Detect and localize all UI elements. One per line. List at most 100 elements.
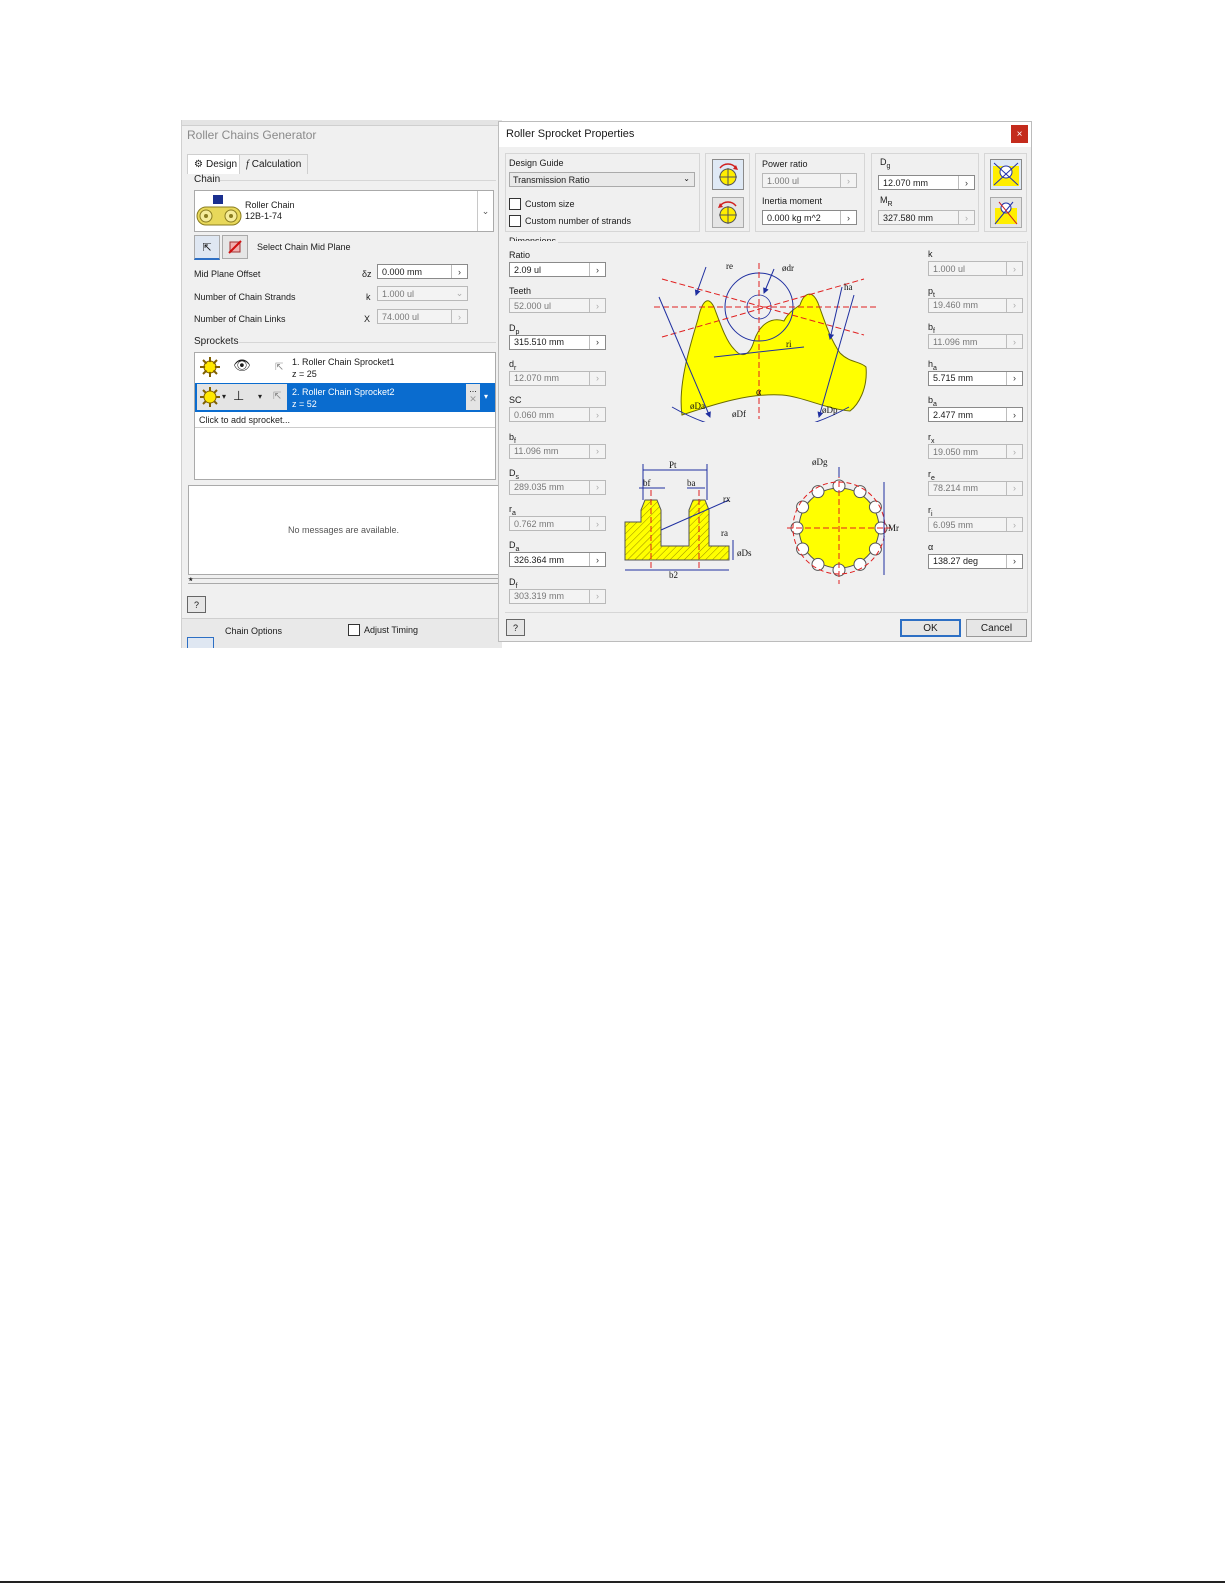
dimension-value: 303.319 mm <box>514 591 565 602</box>
tab-design[interactable]: ⚙ Design <box>187 154 245 174</box>
dimension-field[interactable]: 5.715 mm › <box>928 370 1023 386</box>
panel-splitter[interactable] <box>188 578 500 584</box>
chevron-right-icon[interactable]: › <box>840 211 856 224</box>
cursor-icon[interactable]: ⇱ <box>275 362 283 373</box>
help-icon: ? <box>193 599 199 610</box>
mid-plane-offset-field[interactable]: 0.000 mm › <box>377 264 468 279</box>
chevron-right-icon[interactable]: › <box>589 371 605 385</box>
close-button[interactable]: × <box>1011 125 1028 143</box>
chain-selector[interactable]: Roller Chain 12B-1-74 ⌄ <box>194 190 494 232</box>
chevron-right-icon[interactable]: › <box>1006 262 1022 275</box>
dimension-field[interactable]: 19.050 mm › <box>928 444 1023 459</box>
chevron-down-icon[interactable]: ▾ <box>258 392 262 401</box>
chevron-right-icon[interactable]: › <box>589 408 605 422</box>
rotate-clockwise-button[interactable] <box>712 159 744 190</box>
custom-size-checkbox[interactable]: Custom size <box>509 198 575 210</box>
chevron-right-icon[interactable]: › <box>451 265 467 278</box>
chevron-down-icon[interactable]: ▾ <box>484 392 488 401</box>
roller-sprocket-properties-dialog: Roller Sprocket Properties × Design Guid… <box>498 121 1032 642</box>
chevron-right-icon[interactable]: › <box>589 517 605 531</box>
measure-teeth-button[interactable] <box>990 197 1022 228</box>
dimension-field[interactable]: 303.319 mm › <box>509 588 606 604</box>
sprocket-more-button[interactable]: ... ✕ <box>466 384 480 410</box>
mr-letter: M <box>880 195 888 205</box>
rotate-counterclockwise-button[interactable] <box>712 197 744 228</box>
add-sprocket-row[interactable]: Click to add sprocket... <box>199 415 290 425</box>
dialog-help-button[interactable]: ? <box>506 619 525 636</box>
adjust-timing-checkbox[interactable]: Adjust Timing <box>348 624 418 636</box>
dimensions-group-line <box>558 242 1026 243</box>
chevron-right-icon[interactable]: › <box>1006 554 1022 568</box>
chevron-right-icon[interactable]: › <box>589 263 605 276</box>
dimension-label: Teeth <box>509 286 531 299</box>
power-ratio-field[interactable]: 1.000 ul › <box>762 173 857 188</box>
dimension-field[interactable]: 11.096 mm › <box>928 334 1023 350</box>
dimension-field[interactable]: 78.214 mm › <box>928 480 1023 496</box>
chevron-right-icon[interactable]: › <box>958 211 974 224</box>
tab-calculation[interactable]: f Calculation <box>239 154 309 174</box>
chevron-right-icon[interactable]: › <box>1006 335 1022 349</box>
inertia-moment-field[interactable]: 0.000 kg m^2 › <box>762 210 857 225</box>
chevron-right-icon[interactable]: › <box>1006 445 1022 458</box>
cancel-button[interactable]: Cancel <box>966 619 1027 637</box>
dimension-field[interactable]: 12.070 mm › <box>509 370 606 386</box>
axis-placement-icon[interactable]: ⊥ <box>233 388 244 404</box>
sprocket-icon[interactable] <box>200 387 220 407</box>
chevron-right-icon[interactable]: › <box>589 589 605 603</box>
chevron-right-icon[interactable]: › <box>451 310 467 323</box>
chain-strands-select[interactable]: 1.000 ul ⌄ <box>377 286 468 301</box>
dimension-field[interactable]: 0.762 mm › <box>509 516 606 532</box>
chevron-right-icon[interactable]: › <box>589 553 605 567</box>
chevron-right-icon[interactable]: › <box>840 174 856 187</box>
clear-plane-button[interactable] <box>222 235 248 259</box>
chevron-right-icon[interactable]: › <box>589 335 605 349</box>
help-button[interactable]: ? <box>187 596 206 613</box>
dimension-field[interactable]: 138.27 deg › <box>928 553 1023 569</box>
dg-field[interactable]: 12.070 mm › <box>878 175 975 190</box>
dimension-value: 78.214 mm <box>933 483 979 494</box>
chevron-right-icon[interactable]: › <box>1006 481 1022 495</box>
measure-pins-icon <box>993 162 1019 186</box>
chain-options-button[interactable] <box>187 637 214 648</box>
design-guide-select[interactable]: Transmission Ratio ⌄ <box>509 172 695 187</box>
dimension-field[interactable]: 315.510 mm › <box>509 334 606 350</box>
chevron-right-icon[interactable]: › <box>958 176 974 189</box>
chain-dropdown-chevron-icon[interactable]: ⌄ <box>477 191 493 231</box>
tab-calculation-label: Calculation <box>251 159 302 170</box>
dimension-field[interactable]: 1.000 ul › <box>928 261 1023 276</box>
chevron-right-icon[interactable]: › <box>589 299 605 313</box>
dimension-field[interactable]: 19.460 mm › <box>928 297 1023 313</box>
more-label: ... <box>469 384 477 394</box>
dimension-field[interactable]: 11.096 mm › <box>509 443 606 459</box>
sprocket-1-text: 1. Roller Chain Sprocket1 z = 25 <box>292 356 395 380</box>
ok-button[interactable]: OK <box>900 619 961 637</box>
dimension-field[interactable]: 6.095 mm › <box>928 517 1023 533</box>
chevron-right-icon[interactable]: › <box>1006 408 1022 422</box>
lower-panel: Chain Options Adjust Timing <box>182 618 502 648</box>
dimension-field[interactable]: 289.035 mm › <box>509 479 606 495</box>
mr-field[interactable]: 327.580 mm › <box>878 210 975 225</box>
dimension-field[interactable]: 0.060 mm › <box>509 407 606 423</box>
chevron-right-icon[interactable]: › <box>1006 518 1022 532</box>
dimension-field[interactable]: 326.364 mm › <box>509 552 606 568</box>
chevron-right-icon[interactable]: › <box>589 444 605 458</box>
measure-over-pins-button[interactable] <box>990 159 1022 190</box>
eye-view-icon[interactable]: 👁 <box>233 357 251 374</box>
dimension-label: k <box>928 249 933 262</box>
select-plane-button[interactable]: ⇱ <box>194 235 220 260</box>
dimension-field[interactable]: 52.000 ul › <box>509 298 606 314</box>
chevron-down-icon[interactable]: ▾ <box>222 392 226 401</box>
custom-strands-checkbox[interactable]: Custom number of strands <box>509 215 631 227</box>
dimension-field[interactable]: 2.09 ul › <box>509 262 606 277</box>
cursor-icon[interactable]: ⇱ <box>273 391 281 402</box>
checkbox-box <box>348 624 360 636</box>
chevron-right-icon[interactable]: › <box>1006 298 1022 312</box>
remove-x-icon[interactable]: ✕ <box>466 394 480 405</box>
sprocket-row-1[interactable]: 👁 ⇱ 1. Roller Chain Sprocket1 z = 25 <box>195 353 495 382</box>
chain-links-field[interactable]: 74.000 ul › <box>377 309 468 324</box>
chevron-down-icon[interactable]: ⌄ <box>452 287 467 300</box>
chevron-right-icon[interactable]: › <box>1006 371 1022 385</box>
dimension-field[interactable]: 2.477 mm › <box>928 407 1023 423</box>
chevron-right-icon[interactable]: › <box>589 480 605 494</box>
sprocket-row-2[interactable]: ▾ ⊥ ▾ ⇱ 2. Roller Chain Sprocket2 z = 52… <box>195 383 495 412</box>
